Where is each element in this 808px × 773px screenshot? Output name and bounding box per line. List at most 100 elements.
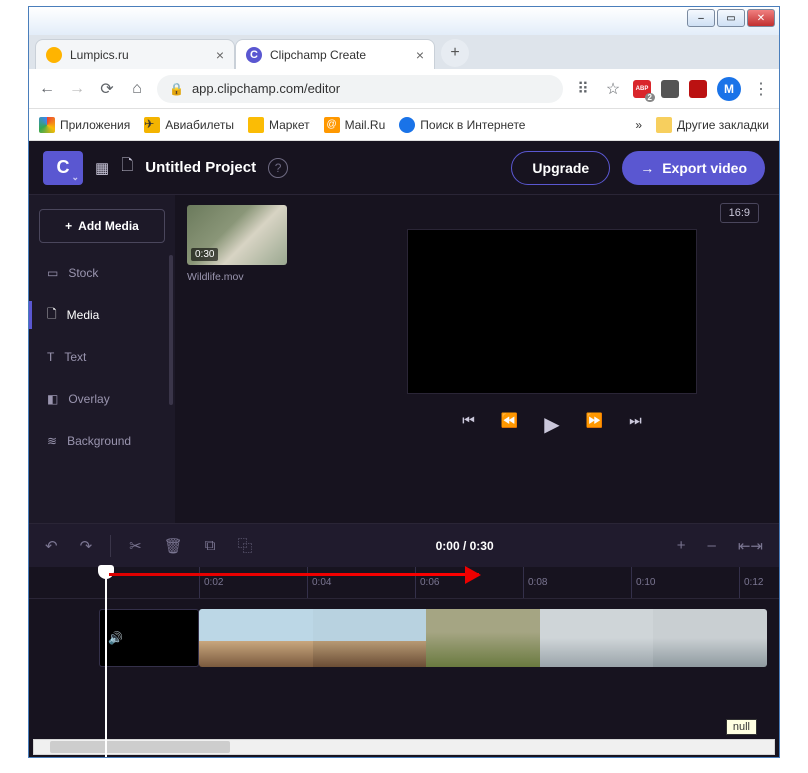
bookmark-star-icon[interactable]: ☆ (603, 79, 623, 99)
speaker-icon: 🔊 (108, 631, 123, 645)
browser-menu-icon[interactable]: ⋮ (751, 79, 771, 99)
extension-icon[interactable] (661, 80, 679, 98)
scrollbar-thumb[interactable] (50, 741, 230, 753)
sidebar-item-label: Background (67, 434, 131, 448)
extension-pdf-icon[interactable] (689, 80, 707, 98)
split-button[interactable]: ✂ (129, 537, 142, 555)
favicon-clipchamp-icon: C (246, 47, 262, 63)
export-video-button[interactable]: → Export video (622, 151, 765, 185)
horizontal-scrollbar[interactable] (33, 739, 775, 755)
export-label: Export video (662, 160, 747, 176)
video-frame-thumbnail (313, 609, 427, 667)
bookmark-label: Авиабилеты (165, 118, 234, 132)
bookmark-item[interactable]: Маркет (248, 117, 310, 133)
timeline-ruler[interactable]: 0:02 0:04 0:06 0:08 0:10 0:12 (29, 567, 779, 599)
timeline[interactable]: 0:02 0:04 0:06 0:08 0:10 0:12 🔊 (29, 567, 779, 757)
extension-abp-icon[interactable]: ABP2 (633, 80, 651, 98)
bookmark-icon (248, 117, 264, 133)
bookmark-label: Mail.Ru (345, 118, 386, 132)
skip-start-button[interactable]: ⏮ (462, 412, 475, 437)
sidebar-item-text[interactable]: TText (39, 339, 165, 375)
profile-avatar[interactable]: M (717, 77, 741, 101)
window-close-button[interactable]: ✕ (747, 9, 775, 27)
video-track-clip[interactable] (199, 609, 767, 667)
browser-tabstrip: Lumpics.ru × C Clipchamp Create × + (29, 35, 779, 69)
skip-end-button[interactable]: ⏭ (629, 412, 642, 437)
video-preview[interactable] (407, 229, 697, 394)
help-button[interactable]: ? (268, 158, 288, 178)
zoom-fit-button[interactable]: ⇤⇥ (738, 537, 763, 555)
redo-button[interactable]: ↷ (80, 537, 93, 555)
sidebar-scrollbar[interactable] (169, 255, 173, 405)
new-tab-button[interactable]: + (441, 39, 469, 67)
bookmarks-overflow[interactable]: » (635, 118, 642, 132)
sidebar-item-label: Text (64, 350, 86, 364)
app-logo-menu[interactable]: C (43, 151, 83, 185)
video-icon[interactable]: ▦ (95, 159, 109, 177)
translate-icon[interactable]: ⠿ (573, 79, 593, 99)
bookmark-label: Другие закладки (677, 118, 769, 132)
window-maximize-button[interactable]: ▭ (717, 9, 745, 27)
tab-lumpics[interactable]: Lumpics.ru × (35, 39, 235, 69)
playhead[interactable] (105, 567, 107, 757)
timeline-toolbar: ↶ ↷ ✂ 🗑 ⧉ ⿻ 0:00 / 0:30 + – ⇤⇥ (29, 523, 779, 567)
project-title[interactable]: Untitled Project (145, 159, 256, 176)
sidebar-item-label: Stock (68, 266, 98, 280)
fast-forward-button[interactable]: ⏩ (586, 412, 603, 437)
ruler-tick: 0:10 (631, 567, 655, 598)
bookmark-label: Приложения (60, 118, 130, 132)
copy-button[interactable]: ⧉ (205, 537, 216, 554)
overlay-icon: ◧ (47, 392, 58, 406)
bookmark-item[interactable]: @Mail.Ru (324, 117, 386, 133)
sidebar-item-label: Media (67, 308, 100, 322)
media-clip-thumbnail[interactable]: 0:30 (187, 205, 287, 265)
ruler-tick: 0:08 (523, 567, 547, 598)
bookmark-label: Маркет (269, 118, 310, 132)
lock-icon: 🔒 (169, 82, 184, 96)
sidebar-item-stock[interactable]: ▭Stock (39, 255, 165, 291)
rewind-button[interactable]: ⏪ (501, 412, 518, 437)
abp-badge: 2 (645, 93, 655, 102)
ruler-tick: 0:06 (415, 567, 439, 598)
zoom-out-button[interactable]: – (708, 537, 716, 554)
clipchamp-app: C ▦ 🗋 Untitled Project ? Upgrade → Expor… (29, 141, 779, 757)
sidebar-item-media[interactable]: 🗋Media (39, 297, 165, 333)
nav-forward-button[interactable]: → (67, 80, 87, 98)
nav-reload-button[interactable]: ⟳ (97, 79, 117, 99)
sidebar-item-background[interactable]: ≋Background (39, 423, 165, 459)
delete-button[interactable]: 🗑 (164, 537, 183, 555)
window-minimize-button[interactable]: – (687, 9, 715, 27)
tab-label: Clipchamp Create (270, 48, 366, 62)
apps-icon (39, 117, 55, 133)
address-bar[interactable]: 🔒 app.clipchamp.com/editor (157, 75, 563, 103)
bookmark-apps[interactable]: Приложения (39, 117, 130, 133)
browser-toolbar: ← → ⟳ ⌂ 🔒 app.clipchamp.com/editor ⠿ ☆ A… (29, 69, 779, 109)
audio-track-clip[interactable]: 🔊 (99, 609, 199, 667)
bookmark-item[interactable]: ✈Авиабилеты (144, 117, 234, 133)
duplicate-button[interactable]: ⿻ (238, 535, 253, 556)
timeline-time-display: 0:00 / 0:30 (436, 539, 494, 553)
add-media-label: Add Media (78, 219, 139, 233)
ruler-tick: 0:02 (199, 567, 223, 598)
document-icon[interactable]: 🗋 (121, 155, 133, 180)
sidebar-item-overlay[interactable]: ◧ Overlay (39, 381, 165, 417)
upgrade-button[interactable]: Upgrade (511, 151, 610, 185)
play-button[interactable]: ▶ (544, 412, 559, 437)
undo-button[interactable]: ↶ (45, 537, 58, 555)
aspect-ratio-selector[interactable]: 16:9 (720, 203, 759, 223)
bookmark-item[interactable]: Поиск в Интернете (399, 117, 525, 133)
other-bookmarks[interactable]: Другие закладки (656, 117, 769, 133)
app-toolbar: C ▦ 🗋 Untitled Project ? Upgrade → Expor… (29, 141, 779, 195)
zoom-in-button[interactable]: + (677, 537, 686, 554)
arrow-right-icon: → (640, 160, 654, 176)
add-media-button[interactable]: + Add Media (39, 209, 165, 243)
tab-clipchamp[interactable]: C Clipchamp Create × (235, 39, 435, 69)
video-frame-thumbnail (199, 609, 313, 667)
tab-close-icon[interactable]: × (416, 47, 424, 63)
tab-close-icon[interactable]: × (216, 47, 224, 63)
nav-back-button[interactable]: ← (37, 80, 57, 98)
tooltip: null (726, 719, 757, 735)
sidebar-item-label: Overlay (68, 392, 109, 406)
nav-home-button[interactable]: ⌂ (127, 80, 147, 98)
favicon-lumpics-icon (46, 47, 62, 63)
